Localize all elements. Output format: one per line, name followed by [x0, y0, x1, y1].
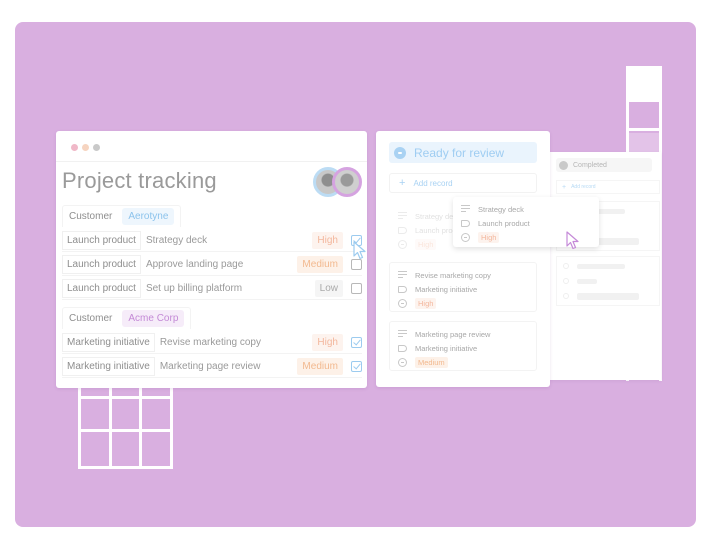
priority-badge[interactable]: High	[312, 334, 343, 351]
status-icon	[394, 146, 406, 159]
done-checkbox[interactable]	[351, 361, 362, 372]
tag-icon	[398, 226, 407, 234]
plus-icon: +	[399, 177, 406, 189]
card-title: Revise marketing copy	[415, 270, 491, 280]
card-title: Strategy deck	[478, 204, 524, 214]
avatar[interactable]	[332, 167, 362, 197]
project-tracking-window: Project tracking Customer Aerotyne Launc…	[56, 131, 367, 388]
priority-icon	[398, 357, 407, 367]
project-cell[interactable]: Marketing initiative	[62, 357, 155, 376]
column-title: Completed	[573, 161, 607, 169]
project-cell[interactable]: Marketing initiative	[62, 333, 155, 352]
project-cell[interactable]: Launch product	[62, 279, 141, 298]
priority-badge[interactable]: Medium	[297, 256, 343, 273]
task-cell[interactable]: Strategy deck	[146, 235, 312, 246]
card-priority: Medium	[415, 356, 448, 368]
card-project: Launch product	[478, 218, 530, 228]
kanban-card[interactable]: Revise marketing copy Marketing initiati…	[389, 262, 537, 312]
priority-icon	[398, 239, 407, 249]
card-project: Marketing initiative	[415, 343, 478, 353]
project-cell[interactable]: Launch product	[62, 231, 141, 250]
add-record-button[interactable]: + Add record	[556, 180, 660, 194]
close-window-icon[interactable]	[71, 144, 78, 151]
card-project: Marketing initiative	[415, 284, 478, 294]
table-row[interactable]: Marketing initiative Revise marketing co…	[62, 332, 362, 354]
window-controls	[71, 144, 100, 151]
customer-tag[interactable]: Aerotyne	[122, 208, 175, 225]
group-header-aerotyne: Customer Aerotyne	[62, 205, 182, 227]
title-icon	[398, 270, 407, 280]
task-cell[interactable]: Approve landing page	[146, 259, 297, 270]
title-icon	[398, 211, 407, 221]
task-cell[interactable]: Revise marketing copy	[160, 337, 313, 348]
card-priority: High	[415, 238, 437, 250]
priority-icon	[461, 232, 470, 242]
task-cell[interactable]: Set up billing platform	[146, 283, 315, 294]
task-cell[interactable]: Marketing page review	[160, 361, 298, 372]
table-row[interactable]: Launch product Approve landing page Medi…	[62, 254, 362, 276]
title-icon	[461, 204, 470, 214]
group-header-acme-corp: Customer Acme Corp	[62, 307, 192, 329]
minimize-window-icon[interactable]	[82, 144, 89, 151]
tag-icon	[398, 285, 407, 293]
mouse-cursor-icon	[353, 241, 366, 260]
project-cell[interactable]: Launch product	[62, 255, 141, 274]
priority-badge[interactable]: Medium	[297, 358, 343, 375]
done-checkbox[interactable]	[351, 283, 362, 294]
maximize-window-icon[interactable]	[93, 144, 100, 151]
status-icon	[559, 160, 568, 170]
table-row[interactable]: Marketing initiative Marketing page revi…	[62, 356, 362, 378]
divider	[56, 161, 367, 162]
column-header[interactable]: Completed	[556, 158, 652, 172]
drag-cursor-icon	[566, 231, 579, 250]
illustration-background: Project tracking Customer Aerotyne Launc…	[15, 22, 696, 527]
group-label: Customer	[69, 211, 113, 222]
group-label: Customer	[69, 313, 113, 324]
board-column-completed: Completed + Add record	[550, 152, 661, 380]
table-row[interactable]: Launch product Set up billing platform L…	[62, 278, 362, 300]
card-title: Marketing page review	[415, 329, 491, 339]
priority-icon	[398, 298, 407, 308]
priority-badge[interactable]: Low	[314, 280, 343, 297]
plus-icon: +	[562, 183, 567, 191]
decorative-grid-table	[78, 374, 173, 469]
add-record-label: Add record	[413, 178, 453, 188]
title-icon	[398, 329, 407, 339]
tag-icon	[398, 344, 407, 352]
add-record-button[interactable]: + Add record	[389, 173, 537, 193]
done-checkbox[interactable]	[351, 337, 362, 348]
customer-tag[interactable]: Acme Corp	[122, 310, 185, 327]
card-priority: High	[415, 297, 437, 309]
board-column-ready-for-review: Ready for review + Add record Strategy d…	[376, 131, 550, 387]
card-priority: High	[478, 231, 500, 243]
add-record-label: Add record	[571, 184, 596, 190]
page-title: Project tracking	[62, 168, 217, 193]
priority-badge[interactable]: High	[312, 232, 343, 249]
column-title: Ready for review	[414, 145, 505, 160]
kanban-card[interactable]: Marketing page review Marketing initiati…	[389, 321, 537, 371]
placeholder-card	[556, 256, 660, 306]
column-header[interactable]: Ready for review	[389, 142, 537, 163]
collaborator-avatars	[313, 167, 362, 197]
tag-icon	[461, 219, 470, 227]
table-row[interactable]: Launch product Strategy deck High	[62, 230, 362, 252]
